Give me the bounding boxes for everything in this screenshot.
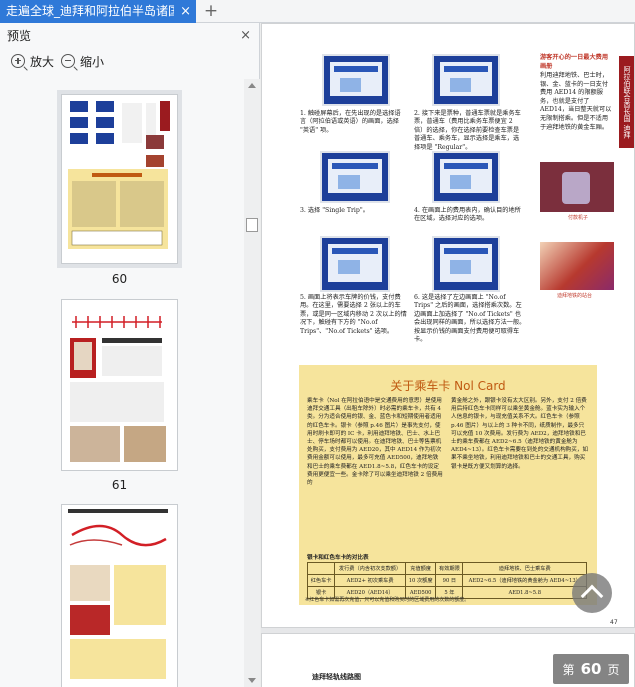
step-caption-6: 6. 这是选择了左边画面上 "No.of Trips" 之后的画面，选择搭乘次数…	[414, 294, 526, 344]
nol-card-title: 关于乘车卡 Nol Card	[390, 379, 506, 393]
step-caption-4: 4. 在画面上的费用表内，确认目的地所在区域，选择对应的选项。	[414, 207, 521, 223]
page-number: 47	[610, 619, 618, 626]
fee-table-caption: 银卡和红色车卡的对比表	[307, 555, 369, 561]
zoom-out-icon	[61, 54, 75, 68]
next-page-title: 迪拜轻轨线路图	[312, 673, 361, 681]
sidebar-text: 利用迪拜地铁、巴士时，银、金、蓝卡的一日支付费用 AED14 的限额服务，也就是…	[540, 72, 612, 131]
ticket-machine-screen-5	[320, 236, 390, 292]
chapter-banner: 阿拉伯联合酋长国 迪拜	[619, 56, 634, 148]
page-61-preview	[70, 316, 166, 462]
scroll-down-icon[interactable]	[248, 678, 256, 683]
page-indicator: 第 60 页	[553, 654, 629, 684]
page-indicator-suffix: 页	[607, 663, 620, 677]
table-cell: 10 次额度	[404, 574, 437, 587]
table-cell: 红色车卡	[306, 574, 336, 587]
step-caption-5: 5. 画面上将表示车牌的价钱，支付费用。在这里，需要选择 2 张以上的车票，或是…	[300, 294, 407, 335]
table-cell: 有效期限	[435, 562, 464, 575]
page-60-preview	[68, 101, 170, 249]
preview-panel: 预览 × 放大 缩小 60 61	[0, 23, 260, 687]
back-to-top-button[interactable]	[572, 573, 612, 613]
ticket-machine-screen-1	[322, 54, 390, 106]
step-caption-3: 3. 选择 "Single Trip"。	[300, 207, 369, 214]
photo-caption-2: 迪拜地铁的站台	[557, 293, 593, 299]
thumbnail-label: 60	[111, 272, 128, 286]
ticket-machine-screen-3	[320, 151, 390, 203]
current-page-number: 60	[580, 660, 602, 678]
scroll-up-icon[interactable]	[248, 83, 256, 88]
metro-platform-photo	[540, 242, 614, 290]
tab-close-icon[interactable]: ×	[180, 0, 191, 23]
sidebar-heading: 游客开心的一日最大费用 画册	[540, 54, 609, 70]
tab-title: 走遍全球_迪拜和阿拉伯半岛诸国	[6, 4, 174, 18]
zoom-in-label: 放大	[30, 55, 55, 69]
ticket-machine-screen-6	[432, 236, 500, 292]
step-caption-2: 2. 接下来是票种，普通车票就是乘务车票，普通车（费用比乘务车票便宜 2 倍）的…	[414, 110, 521, 151]
page-thumbnail-60[interactable]	[57, 90, 182, 268]
nol-text-col-1: 乘车卡（Nol 在阿拉伯语中是交通费用的意思）是使用迪拜交通工具（出租车除外）时…	[307, 398, 443, 487]
page-62-preview	[68, 509, 168, 679]
table-cell: AED2~6.5（迪拜地铁的黄金舱为 AED4~13）	[462, 574, 587, 587]
nol-text-col-2: 黄金舱之外，跟银卡没有太大区别。另外，支付 2 倍费用后持红色车卡同样可以乘坐黄…	[451, 398, 589, 470]
thumbnail-list: 60 61 62	[0, 79, 244, 687]
ticket-machine-screen-2	[432, 54, 500, 106]
zoom-in-button[interactable]: 放大	[11, 52, 54, 72]
photo-caption-1: 付款机子	[568, 215, 589, 221]
step-caption-1: 1. 触碰屏幕后，在先出现的是选择语言（阿拉伯语或英语）的画面，选择 "英语" …	[300, 110, 401, 134]
scrollbar-thumb[interactable]	[246, 218, 258, 232]
fee-comparison-table: 发行费（内含初次支款额） 充值额度 有效期限 迪拜地铁、巴士乘车费 红色车卡 A…	[306, 562, 587, 599]
table-cell: 充值额度	[404, 562, 437, 575]
zoom-out-label: 缩小	[80, 55, 105, 69]
table-row: 红色车卡 AED2+ 初次乘车费 10 次额度 90 日 AED2~6.5（迪拜…	[306, 574, 587, 587]
table-cell: AED1.8~5.8	[462, 586, 587, 599]
table-cell: 90 日	[435, 574, 464, 587]
preview-header: 预览 ×	[0, 23, 259, 49]
tab-bar: 走遍全球_迪拜和阿拉伯半岛诸国 × +	[0, 0, 635, 23]
new-tab-button[interactable]: +	[203, 0, 219, 23]
table-header-row: 发行费（内含初次支款额） 充值额度 有效期限 迪拜地铁、巴士乘车费	[306, 562, 587, 575]
table-cell: AED2+ 初次乘车费	[334, 574, 406, 587]
table-cell: 迪拜地铁、巴士乘车费	[462, 562, 587, 575]
table-cell: 发行费（内含初次支款额）	[334, 562, 406, 575]
page-indicator-prefix: 第	[562, 663, 575, 677]
payment-machine-photo	[540, 162, 614, 212]
table-footnote: ※红色车卡如需再次充值，只可以充值和购买时的区域费用的次数的额度。	[305, 597, 470, 603]
zoom-out-button[interactable]: 缩小	[61, 52, 104, 72]
nol-card-box: 关于乘车卡 Nol Card 乘车卡（Nol 在阿拉伯语中是交通费用的意思）是使…	[299, 365, 597, 605]
zoom-in-icon	[11, 54, 25, 68]
page-thumbnail-62[interactable]	[61, 504, 178, 687]
preview-scrollbar[interactable]	[244, 79, 260, 687]
document-tab[interactable]: 走遍全球_迪拜和阿拉伯半岛诸国 ×	[0, 0, 196, 23]
zoom-toolbar: 放大 缩小	[0, 49, 259, 75]
table-cell	[306, 562, 336, 575]
document-page: 1. 触碰屏幕后，在先出现的是选择语言（阿拉伯语或英语）的画面，选择 "英语" …	[261, 23, 635, 628]
close-preview-icon[interactable]: ×	[240, 23, 251, 49]
thumbnail-label: 61	[111, 478, 128, 492]
preview-title: 预览	[7, 29, 32, 43]
page-thumbnail-61[interactable]	[61, 299, 178, 471]
ticket-machine-screen-4	[432, 151, 500, 203]
